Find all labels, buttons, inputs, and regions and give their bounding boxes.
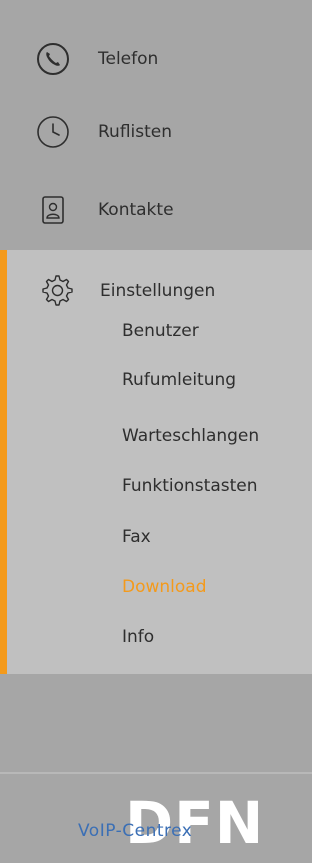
gear-icon	[38, 272, 74, 308]
submenu-item-download[interactable]: Download	[122, 577, 207, 597]
submenu-item-info[interactable]: Info	[122, 627, 154, 647]
sidebar-item-label: Kontakte	[98, 200, 174, 220]
sidebar: Telefon Ruflisten Kontakte Einstellungen…	[0, 0, 312, 863]
sidebar-item-kontakte[interactable]: Kontakte	[0, 173, 312, 247]
submenu-item-funktionstasten[interactable]: Funktionstasten	[122, 476, 258, 496]
phone-icon	[36, 42, 70, 76]
sidebar-item-telefon[interactable]: Telefon	[0, 22, 312, 96]
footer-divider	[0, 772, 312, 774]
sidebar-item-einstellungen[interactable]: Einstellungen	[0, 266, 312, 316]
sidebar-item-label: Einstellungen	[100, 281, 216, 301]
logo-product: VoIP-Centrex	[78, 821, 193, 841]
clock-icon	[36, 115, 70, 149]
submenu-item-rufumleitung[interactable]: Rufumleitung	[122, 370, 236, 390]
submenu-item-benutzer[interactable]: Benutzer	[122, 321, 199, 341]
settings-section: Einstellungen Benutzer Rufumleitung Wart…	[0, 250, 312, 674]
submenu-item-warteschlangen[interactable]: Warteschlangen	[122, 426, 259, 446]
dfn-voip-centrex-logo: DFN VoIP-Centrex	[0, 775, 312, 863]
contact-card-icon	[36, 193, 70, 227]
submenu-item-fax[interactable]: Fax	[122, 527, 151, 547]
sidebar-item-label: Ruflisten	[98, 122, 173, 142]
sidebar-item-ruflisten[interactable]: Ruflisten	[0, 95, 312, 169]
sidebar-item-label: Telefon	[98, 49, 159, 69]
